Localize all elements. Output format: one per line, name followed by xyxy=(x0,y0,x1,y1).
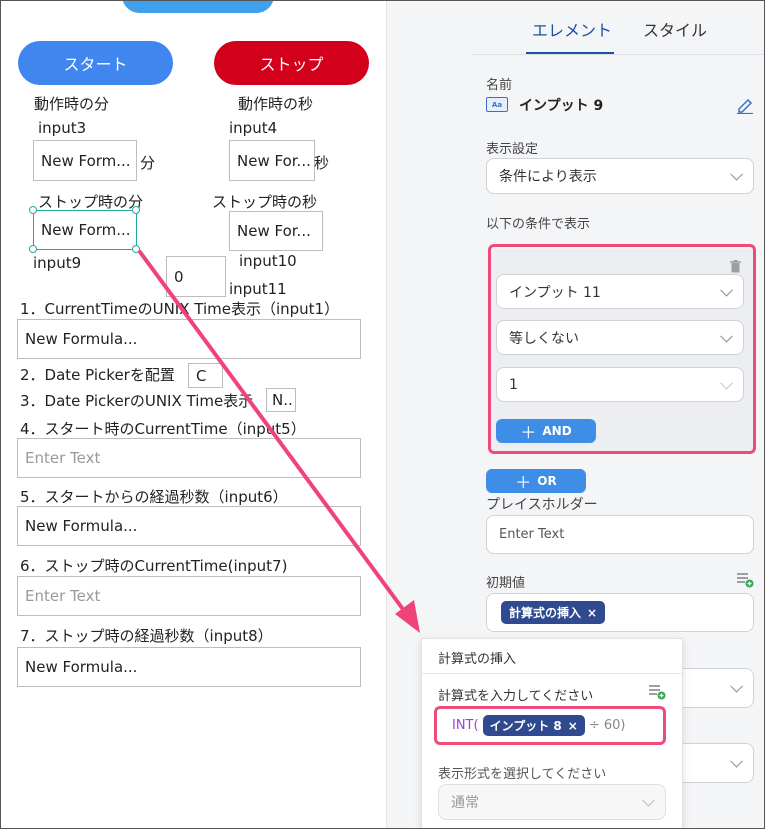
annotation-arrow xyxy=(138,250,420,633)
